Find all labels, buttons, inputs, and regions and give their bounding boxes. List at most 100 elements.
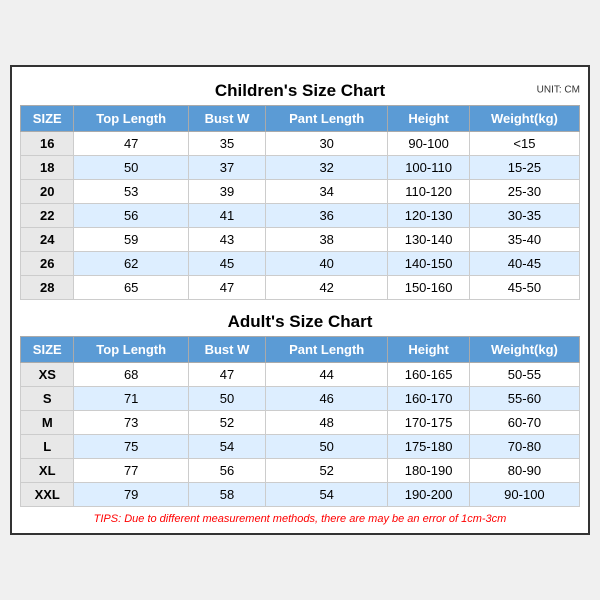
table-cell: 180-190 [388, 459, 470, 483]
table-cell: 40 [266, 252, 388, 276]
table-cell: 15-25 [469, 156, 579, 180]
table-row: XS684744160-16550-55 [21, 363, 580, 387]
table-cell: 30-35 [469, 204, 579, 228]
adults-title-row: Adult's Size Chart [20, 306, 580, 336]
table-cell: L [21, 435, 74, 459]
table-row: 24594338130-14035-40 [21, 228, 580, 252]
adults-title: Adult's Size Chart [228, 312, 373, 332]
table-cell: 45 [188, 252, 265, 276]
table-cell: 35-40 [469, 228, 579, 252]
table-cell: 71 [74, 387, 188, 411]
column-header: Pant Length [266, 337, 388, 363]
children-header-row: SIZETop LengthBust WPant LengthHeightWei… [21, 106, 580, 132]
adults-table: SIZETop LengthBust WPant LengthHeightWei… [20, 336, 580, 507]
table-cell: 28 [21, 276, 74, 300]
table-cell: 26 [21, 252, 74, 276]
table-cell: XL [21, 459, 74, 483]
table-cell: 130-140 [388, 228, 470, 252]
table-cell: 190-200 [388, 483, 470, 507]
table-cell: 39 [188, 180, 265, 204]
table-cell: 18 [21, 156, 74, 180]
tips-text: TIPS: Due to different measurement metho… [20, 513, 580, 525]
table-cell: M [21, 411, 74, 435]
table-row: XXL795854190-20090-100 [21, 483, 580, 507]
table-cell: 38 [266, 228, 388, 252]
column-header: Pant Length [266, 106, 388, 132]
table-row: 22564136120-13030-35 [21, 204, 580, 228]
table-row: XL775652180-19080-90 [21, 459, 580, 483]
table-cell: 65 [74, 276, 188, 300]
table-cell: 60-70 [469, 411, 579, 435]
table-cell: 43 [188, 228, 265, 252]
table-cell: 160-170 [388, 387, 470, 411]
table-cell: 47 [188, 363, 265, 387]
table-cell: 75 [74, 435, 188, 459]
table-cell: 47 [74, 132, 188, 156]
table-cell: 73 [74, 411, 188, 435]
table-cell: 58 [188, 483, 265, 507]
table-cell: 35 [188, 132, 265, 156]
chart-container: Children's Size Chart UNIT: CM SIZETop L… [10, 65, 590, 535]
table-cell: 52 [266, 459, 388, 483]
table-cell: 41 [188, 204, 265, 228]
table-cell: 54 [266, 483, 388, 507]
table-cell: 50-55 [469, 363, 579, 387]
table-cell: 54 [188, 435, 265, 459]
table-cell: <15 [469, 132, 579, 156]
table-cell: 55-60 [469, 387, 579, 411]
table-cell: 36 [266, 204, 388, 228]
table-cell: 77 [74, 459, 188, 483]
table-cell: 24 [21, 228, 74, 252]
table-cell: 56 [188, 459, 265, 483]
table-cell: 150-160 [388, 276, 470, 300]
table-cell: 32 [266, 156, 388, 180]
children-title-row: Children's Size Chart UNIT: CM [20, 75, 580, 105]
table-cell: 160-165 [388, 363, 470, 387]
table-cell: 59 [74, 228, 188, 252]
table-cell: 68 [74, 363, 188, 387]
column-header: Height [388, 337, 470, 363]
table-cell: S [21, 387, 74, 411]
table-cell: 16 [21, 132, 74, 156]
table-cell: 34 [266, 180, 388, 204]
table-cell: 20 [21, 180, 74, 204]
column-header: Weight(kg) [469, 106, 579, 132]
table-row: 20533934110-12025-30 [21, 180, 580, 204]
table-cell: 25-30 [469, 180, 579, 204]
table-cell: 52 [188, 411, 265, 435]
table-row: S715046160-17055-60 [21, 387, 580, 411]
table-row: 26624540140-15040-45 [21, 252, 580, 276]
unit-label: UNIT: CM [537, 85, 580, 96]
table-row: 18503732100-11015-25 [21, 156, 580, 180]
column-header: Bust W [188, 106, 265, 132]
table-cell: 110-120 [388, 180, 470, 204]
table-cell: 50 [266, 435, 388, 459]
table-cell: 50 [74, 156, 188, 180]
table-cell: 48 [266, 411, 388, 435]
table-cell: 140-150 [388, 252, 470, 276]
column-header: Height [388, 106, 470, 132]
table-cell: XXL [21, 483, 74, 507]
table-cell: 30 [266, 132, 388, 156]
table-cell: XS [21, 363, 74, 387]
table-cell: 79 [74, 483, 188, 507]
table-cell: 42 [266, 276, 388, 300]
table-cell: 22 [21, 204, 74, 228]
table-cell: 53 [74, 180, 188, 204]
table-cell: 70-80 [469, 435, 579, 459]
table-cell: 56 [74, 204, 188, 228]
table-cell: 170-175 [388, 411, 470, 435]
adults-header-row: SIZETop LengthBust WPant LengthHeightWei… [21, 337, 580, 363]
table-cell: 90-100 [388, 132, 470, 156]
table-cell: 37 [188, 156, 265, 180]
column-header: Weight(kg) [469, 337, 579, 363]
table-cell: 62 [74, 252, 188, 276]
table-cell: 100-110 [388, 156, 470, 180]
table-cell: 45-50 [469, 276, 579, 300]
table-cell: 175-180 [388, 435, 470, 459]
column-header: Top Length [74, 337, 188, 363]
table-row: 1647353090-100<15 [21, 132, 580, 156]
table-cell: 90-100 [469, 483, 579, 507]
column-header: Bust W [188, 337, 265, 363]
column-header: Top Length [74, 106, 188, 132]
